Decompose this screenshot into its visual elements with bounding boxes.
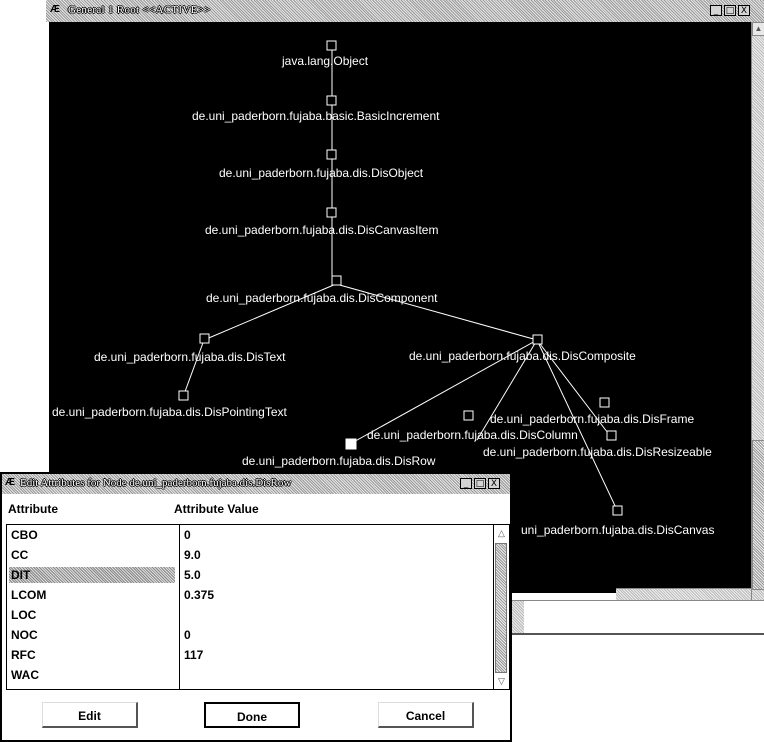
node-label[interactable]: de.uni_paderborn.fujaba.dis.DisResizeabl… bbox=[483, 445, 712, 459]
dialog-close-button[interactable]: X bbox=[488, 478, 500, 489]
lower-panel-scrollbar[interactable] bbox=[511, 601, 524, 633]
graph-node-labels: java.lang.Object de.uni_paderborn.fujaba… bbox=[52, 54, 714, 537]
graph-vertical-scrollbar[interactable]: ▲ bbox=[751, 22, 764, 600]
attribute-cell[interactable]: WAC bbox=[9, 667, 175, 683]
attribute-cell[interactable]: CBO bbox=[9, 527, 175, 543]
node-label[interactable]: de.uni_paderborn.fujaba.dis.DisCanvasIte… bbox=[205, 223, 438, 237]
done-button[interactable]: Done bbox=[204, 702, 300, 728]
value-cell[interactable]: 117 bbox=[182, 647, 203, 663]
scroll-down-icon[interactable]: ▽ bbox=[494, 673, 509, 689]
node-box-basic-increment bbox=[326, 95, 337, 106]
attribute-cell[interactable]: LCOM bbox=[9, 587, 175, 603]
node-box-dis-text bbox=[199, 333, 210, 344]
scroll-thumb[interactable] bbox=[495, 543, 507, 673]
node-box-dis-canvas bbox=[612, 505, 623, 516]
attribute-cell[interactable]: LOC bbox=[9, 607, 175, 623]
value-cell[interactable] bbox=[182, 607, 184, 623]
value-cell[interactable]: 5.0 bbox=[182, 567, 201, 583]
node-label[interactable]: de.uni_paderborn.fujaba.dis.DisComponent bbox=[206, 291, 438, 305]
close-button[interactable]: X bbox=[738, 5, 750, 16]
dialog-titlebar[interactable]: Æ Edit Attributes for Node de.uni_paderb… bbox=[2, 474, 510, 494]
value-list: 0 9.0 5.0 0.375 0 117 bbox=[180, 525, 494, 689]
scroll-up-icon[interactable]: ▲ bbox=[752, 22, 764, 36]
node-label[interactable]: de.uni_paderborn.fujaba.dis.DisColumn bbox=[367, 428, 578, 442]
node-label[interactable]: de.uni_paderborn.fujaba.dis.DisPointingT… bbox=[52, 405, 287, 419]
node-label[interactable]: de.uni_paderborn.fujaba.dis.DisObject bbox=[219, 166, 424, 180]
node-label[interactable]: de.uni_paderborn.fujaba.basic.BasicIncre… bbox=[192, 109, 440, 123]
app-icon: Æ bbox=[50, 4, 60, 15]
graph-window-title: General 1 Root <<ACTIVE>> bbox=[68, 4, 211, 16]
node-label[interactable]: uni_paderborn.fujaba.dis.DisCanvas bbox=[521, 523, 714, 537]
value-cell[interactable] bbox=[182, 667, 184, 683]
node-box-dis-canvas-item bbox=[326, 207, 337, 218]
scroll-thumb[interactable] bbox=[752, 440, 764, 590]
value-cell[interactable]: 9.0 bbox=[182, 547, 201, 563]
attribute-cell[interactable]: RFC bbox=[9, 647, 175, 663]
attribute-cell-selected[interactable]: DIT bbox=[9, 567, 175, 583]
attribute-cell[interactable]: NOC bbox=[9, 627, 175, 643]
maximize-button[interactable]: □ bbox=[724, 5, 736, 16]
node-label[interactable]: de.uni_paderborn.fujaba.dis.DisFrame bbox=[490, 412, 694, 426]
table-scrollbar[interactable]: △ ▽ bbox=[493, 525, 509, 689]
app-icon: Æ bbox=[5, 477, 15, 488]
node-box-dis-column bbox=[463, 410, 474, 421]
node-label[interactable]: de.uni_paderborn.fujaba.dis.DisComposite bbox=[409, 349, 636, 363]
dialog-maximize-button[interactable]: □ bbox=[474, 478, 486, 489]
node-box-dis-object bbox=[326, 149, 337, 160]
node-label[interactable]: de.uni_paderborn.fujaba.dis.DisText bbox=[94, 350, 286, 364]
cancel-button[interactable]: Cancel bbox=[378, 702, 474, 728]
scroll-up-icon[interactable]: △ bbox=[494, 525, 509, 541]
node-box-dis-row-selected[interactable] bbox=[345, 438, 357, 450]
node-label[interactable]: de.uni_paderborn.fujaba.dis.DisRow bbox=[242, 454, 436, 468]
value-column-header: Attribute Value bbox=[174, 502, 259, 516]
value-cell[interactable]: 0 bbox=[182, 527, 191, 543]
graph-window-titlebar[interactable]: Æ General 1 Root <<ACTIVE>> _ □ X bbox=[46, 0, 764, 22]
node-box-dis-resizeable bbox=[606, 430, 617, 441]
node-box-dis-frame bbox=[599, 397, 610, 408]
value-cell[interactable]: 0.375 bbox=[182, 587, 214, 603]
dialog-title: Edit Attributes for Node de.uni_paderbor… bbox=[20, 477, 292, 489]
attribute-table: CBO CC DIT LCOM LOC NOC RFC WAC 0 9.0 5.… bbox=[6, 524, 510, 690]
attribute-column-header: Attribute bbox=[8, 502, 58, 516]
minimize-button[interactable]: _ bbox=[710, 5, 722, 16]
node-box-dis-composite bbox=[532, 334, 543, 345]
node-box-dis-pointing-text bbox=[178, 390, 189, 401]
dialog-minimize-button[interactable]: _ bbox=[460, 478, 472, 489]
attribute-list: CBO CC DIT LCOM LOC NOC RFC WAC bbox=[7, 525, 180, 689]
value-cell[interactable]: 0 bbox=[182, 627, 191, 643]
node-label[interactable]: java.lang.Object bbox=[281, 54, 369, 68]
attribute-cell[interactable]: CC bbox=[9, 547, 175, 563]
node-box-dis-component bbox=[331, 275, 342, 286]
edit-button[interactable]: Edit bbox=[42, 702, 138, 728]
node-box-java-lang-object bbox=[326, 40, 337, 51]
edit-attributes-dialog: Æ Edit Attributes for Node de.uni_paderb… bbox=[0, 472, 512, 742]
